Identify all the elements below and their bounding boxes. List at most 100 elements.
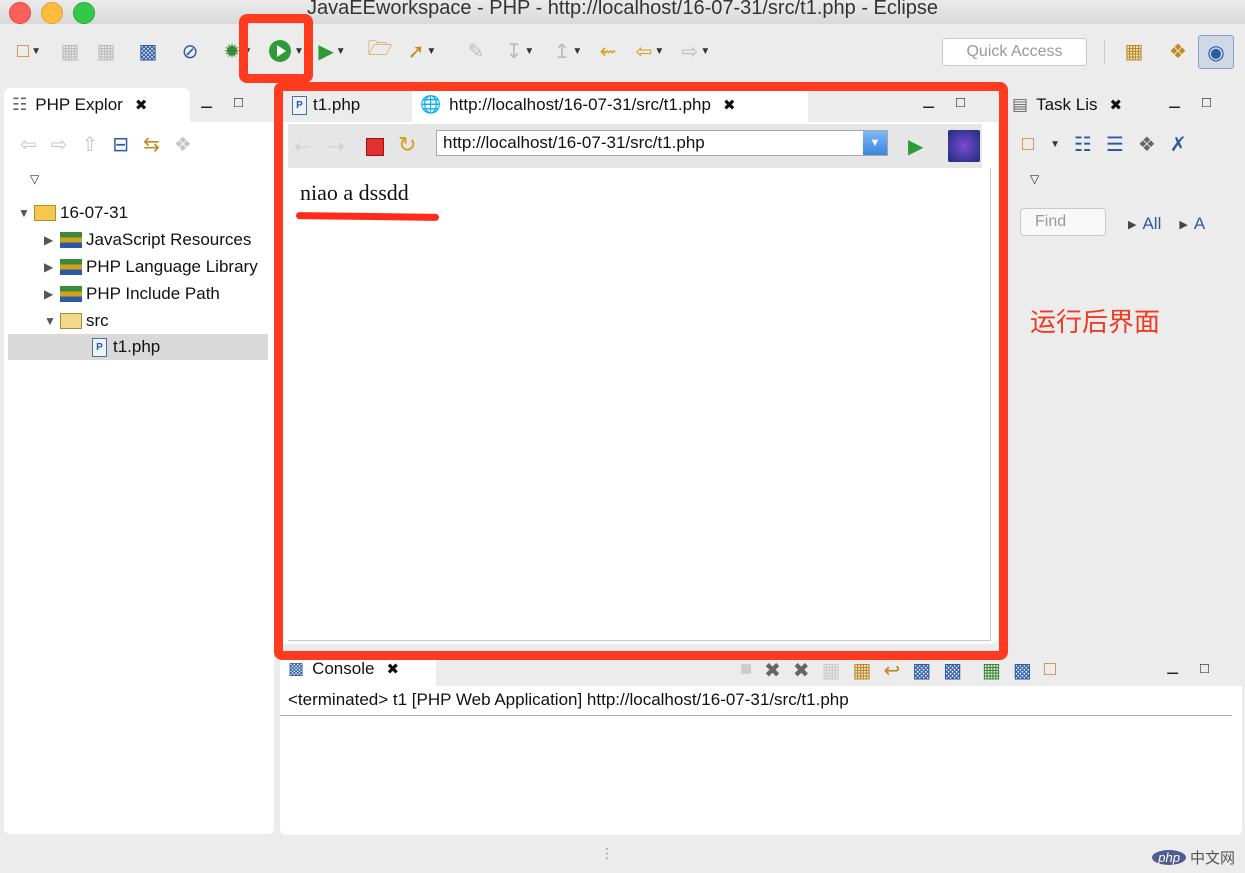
run-external-tools-button[interactable]: ▶ ▼ bbox=[312, 38, 352, 64]
collapsed-triangle-icon[interactable]: ▶ bbox=[44, 260, 60, 274]
filter-all-link[interactable]: All bbox=[1142, 214, 1161, 234]
explorer-toolbar: ⇦ ⇨ ⇧ ⊟ ⇆ ❖ bbox=[20, 132, 192, 157]
tree-item-php-include-path[interactable]: ▶ PHP Include Path bbox=[44, 281, 220, 307]
up-icon[interactable]: ⇧ bbox=[82, 132, 99, 157]
run-button-highlight bbox=[239, 14, 313, 83]
minimize-icon[interactable]: ⚊ bbox=[200, 94, 213, 112]
maximize-icon[interactable]: □ bbox=[1200, 660, 1209, 677]
flashlight-icon: ➚ bbox=[407, 40, 425, 63]
toolbar-separator bbox=[1104, 40, 1105, 64]
minimize-icon[interactable]: ⚊ bbox=[1168, 94, 1181, 112]
php-explorer-icon: ☷ bbox=[12, 95, 28, 114]
forward-button[interactable]: ⇨ ▼ bbox=[676, 38, 716, 64]
word-wrap-icon[interactable]: ↩ bbox=[883, 658, 900, 683]
categorized-icon[interactable]: ☷ bbox=[1074, 132, 1092, 157]
filter-a-link[interactable]: A bbox=[1194, 214, 1205, 234]
annotation-button[interactable]: ✎ bbox=[464, 38, 488, 64]
save-button[interactable]: ▦ bbox=[56, 38, 84, 64]
maximize-icon[interactable]: □ bbox=[234, 94, 243, 111]
quick-access-input[interactable]: Quick Access bbox=[942, 38, 1087, 66]
open-folder-button[interactable]: 🗁 bbox=[366, 38, 394, 64]
collapse-icon[interactable]: ✗ bbox=[1170, 132, 1187, 157]
open-perspective-button[interactable]: ▦ bbox=[1120, 38, 1148, 64]
terminate-icon[interactable]: ■ bbox=[740, 658, 752, 683]
clear-console-icon[interactable]: ▦ bbox=[822, 658, 841, 683]
java-ee-perspective-button[interactable]: ❖ bbox=[1164, 38, 1192, 64]
pin-console-icon[interactable]: ▦ bbox=[982, 658, 1001, 683]
pen-icon: ✎ bbox=[467, 40, 485, 63]
breakpoint-icon: ⊘ bbox=[181, 40, 199, 63]
task-list-tabstrip: ▤ Task Lis ✖ ⚊ □ bbox=[1004, 84, 1242, 122]
open-console-button[interactable]: ▩ bbox=[134, 38, 162, 64]
new-icon: □ bbox=[17, 39, 30, 62]
save-all-button[interactable]: ▦ bbox=[92, 38, 120, 64]
expanded-triangle-icon[interactable]: ▼ bbox=[44, 314, 60, 328]
close-icon[interactable]: ✖ bbox=[135, 96, 148, 114]
collapsed-triangle-icon[interactable]: ▶ bbox=[44, 233, 60, 247]
new-button[interactable]: □ ▼ bbox=[10, 38, 48, 64]
console-output-line: <terminated> t1 [PHP Web Application] ht… bbox=[288, 690, 849, 709]
window-title: JavaEEworkspace - PHP - http://localhost… bbox=[306, 0, 939, 19]
task-list-icon: ▤ bbox=[1012, 95, 1029, 114]
new-task-dropdown-icon[interactable]: ▼ bbox=[1050, 139, 1060, 150]
tree-item-label: PHP Language Library bbox=[86, 257, 258, 276]
new-task-icon[interactable]: □ bbox=[1022, 133, 1034, 156]
status-bar: ⋮ php 中文网 bbox=[0, 843, 1245, 873]
tree-item-javascript-resources[interactable]: ▶ JavaScript Resources bbox=[44, 227, 251, 253]
main-toolbar: □ ▼ ▦ ▦ ▩ ⊘ ✹ ▼ ▼ ▶ ▼ 🗁 ➚ ▼ ✎ ↧ ▼ ↥ ▼ ⇜ ⇦ ▼ ⇨ ▼ … bbox=[0, 24, 1245, 82]
back-button[interactable]: ⇦ ▼ bbox=[630, 38, 670, 64]
remove-launch-icon[interactable]: ✖ bbox=[764, 658, 781, 683]
remove-all-icon[interactable]: ✖ bbox=[793, 658, 810, 683]
maximize-icon[interactable]: □ bbox=[1202, 94, 1211, 111]
console-title: Console bbox=[312, 659, 375, 678]
display-console-icon[interactable]: ▩ bbox=[1013, 658, 1032, 683]
sync-icon[interactable]: ❖ bbox=[1138, 132, 1156, 157]
task-list-toolbar: □ ▼ ☷ ☰ ❖ ✗ bbox=[1022, 132, 1187, 157]
previous-annotation-button[interactable]: ↥ ▼ bbox=[548, 38, 588, 64]
open-console-icon[interactable]: □ bbox=[1044, 658, 1056, 683]
source-folder-icon bbox=[60, 313, 82, 329]
forward-icon[interactable]: ⇨ bbox=[51, 132, 68, 157]
minimize-icon[interactable]: ⚊ bbox=[1166, 660, 1179, 678]
view-menu-chevron-icon[interactable]: ▽ bbox=[1030, 172, 1039, 186]
show-on-error-icon[interactable]: ▩ bbox=[943, 658, 962, 683]
show-on-output-icon[interactable]: ▩ bbox=[912, 658, 931, 683]
triangle-icon: ▶ bbox=[1179, 218, 1188, 231]
open-perspective-icon: ▦ bbox=[1124, 40, 1144, 63]
run-tools-icon: ▶ bbox=[318, 40, 334, 63]
search-tool-button[interactable]: ➚ ▼ bbox=[402, 38, 442, 64]
task-list-panel: ▤ Task Lis ✖ ⚊ □ □ ▼ ☷ ☰ ❖ ✗ ▽ Find ▶ All… bbox=[1004, 84, 1242, 644]
skip-breakpoints-button[interactable]: ⊘ bbox=[178, 38, 202, 64]
tab-php-explorer[interactable]: ☷ PHP Explor ✖ bbox=[4, 88, 190, 122]
tree-project[interactable]: ▼ 16-07-31 bbox=[18, 200, 128, 226]
next-annotation-icon: ↧ bbox=[505, 40, 523, 63]
tab-task-list[interactable]: ▤ Task Lis ✖ bbox=[1004, 88, 1160, 122]
java-ee-icon: ❖ bbox=[1169, 40, 1187, 63]
expanded-triangle-icon[interactable]: ▼ bbox=[18, 206, 34, 220]
scroll-lock-icon[interactable]: ▦ bbox=[853, 658, 872, 683]
view-menu-icon[interactable]: ❖ bbox=[174, 132, 192, 157]
view-menu-chevron-icon[interactable]: ▽ bbox=[30, 172, 39, 186]
close-icon[interactable]: ✖ bbox=[1109, 96, 1122, 114]
tree-item-t1-php[interactable]: P t1.php bbox=[8, 334, 268, 360]
tree-item-php-language-library[interactable]: ▶ PHP Language Library bbox=[44, 254, 270, 280]
last-edit-button[interactable]: ⇜ bbox=[594, 38, 622, 64]
watermark-text: 中文网 bbox=[1189, 849, 1235, 867]
arrow-left-icon: ⇦ bbox=[635, 40, 653, 63]
next-annotation-button[interactable]: ↧ ▼ bbox=[500, 38, 540, 64]
scheduled-icon[interactable]: ☰ bbox=[1106, 132, 1124, 157]
back-icon[interactable]: ⇦ bbox=[20, 132, 37, 157]
tree-item-label: JavaScript Resources bbox=[86, 230, 252, 249]
link-editor-icon[interactable]: ⇆ bbox=[143, 132, 160, 157]
browser-result-highlight bbox=[274, 82, 1008, 660]
close-icon[interactable]: ✖ bbox=[386, 660, 399, 678]
monitor-icon: ▩ bbox=[138, 40, 158, 63]
collapsed-triangle-icon[interactable]: ▶ bbox=[44, 287, 60, 301]
tree-item-src[interactable]: ▼ src bbox=[44, 308, 109, 334]
php-perspective-icon: ◉ bbox=[1207, 41, 1225, 64]
library-icon bbox=[60, 286, 82, 302]
collapse-all-icon[interactable]: ⊟ bbox=[112, 132, 129, 157]
tree-item-label: PHP Include Path bbox=[86, 284, 220, 303]
php-perspective-button[interactable]: ◉ bbox=[1198, 35, 1234, 69]
find-input[interactable]: Find bbox=[1020, 208, 1106, 236]
